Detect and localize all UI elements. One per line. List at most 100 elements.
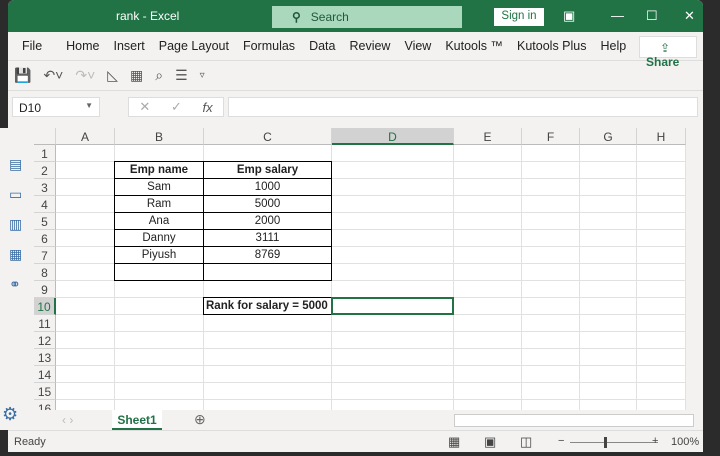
- search-box[interactable]: ⚲ Search: [272, 6, 462, 28]
- kutools-icon[interactable]: ▦: [130, 67, 143, 84]
- find-replace-icon[interactable]: ⚭: [9, 276, 21, 293]
- cell-emp-salary[interactable]: 2000: [203, 212, 332, 230]
- print-preview-icon[interactable]: ⌕: [155, 67, 163, 84]
- row-header-15[interactable]: 15: [34, 383, 56, 400]
- cell-emp-name[interactable]: Piyush: [114, 246, 204, 264]
- cell-emp-salary[interactable]: [203, 263, 332, 281]
- gridline: [453, 145, 454, 410]
- tab-page-layout[interactable]: Page Layout: [159, 39, 229, 53]
- row-header-13[interactable]: 13: [34, 349, 56, 366]
- tab-help[interactable]: Help: [601, 39, 627, 53]
- cell-emp-salary[interactable]: 3111: [203, 229, 332, 247]
- column-header-h[interactable]: H: [637, 128, 686, 145]
- column-header-c[interactable]: C: [204, 128, 332, 145]
- cell-emp-name[interactable]: Ana: [114, 212, 204, 230]
- enter-icon[interactable]: ✓: [171, 99, 182, 115]
- row-header-7[interactable]: 7: [34, 247, 56, 264]
- page-setup-icon[interactable]: ☰: [175, 67, 188, 84]
- column-header-f[interactable]: F: [522, 128, 580, 145]
- kutools-navigation-pane: ▤ ▭ ▥ ▦ ⚭ ⚙: [0, 128, 34, 430]
- row-header-1[interactable]: 1: [34, 145, 56, 162]
- share-button[interactable]: ⇪ Share: [639, 36, 697, 69]
- undo-icon[interactable]: ↶˅: [43, 67, 63, 84]
- add-sheet-icon[interactable]: ⊕: [194, 411, 206, 428]
- header-emp-salary[interactable]: Emp salary: [203, 161, 332, 179]
- row-header-6[interactable]: 6: [34, 230, 56, 247]
- row-header-2[interactable]: 2: [34, 162, 56, 179]
- rank-label-cell[interactable]: Rank for salary = 5000: [203, 297, 332, 315]
- row-header-4[interactable]: 4: [34, 196, 56, 213]
- tab-insert[interactable]: Insert: [114, 39, 145, 53]
- spreadsheet-grid[interactable]: A B C D E F G H 1 2 3 4 5 6 7 8 9 10 11 12 13 14 15 16 Emp name E…: [34, 128, 686, 410]
- row-header-16[interactable]: 16: [34, 400, 56, 410]
- ruler-icon[interactable]: ◺: [107, 67, 118, 84]
- page-break-view-icon[interactable]: ◫: [520, 434, 532, 450]
- cell-emp-name[interactable]: Sam: [114, 178, 204, 196]
- gridline: [636, 145, 637, 410]
- customize-qat-icon[interactable]: ▿: [200, 70, 205, 81]
- page-layout-view-icon[interactable]: ▣: [484, 434, 496, 450]
- column-header-g[interactable]: G: [580, 128, 637, 145]
- row-header-3[interactable]: 3: [34, 179, 56, 196]
- row-header-8[interactable]: 8: [34, 264, 56, 281]
- search-label: Search: [310, 10, 349, 24]
- formula-input[interactable]: [228, 97, 698, 117]
- cell-emp-salary[interactable]: 5000: [203, 195, 332, 213]
- settings-icon[interactable]: ⚙: [2, 404, 18, 425]
- tab-data[interactable]: Data: [309, 39, 335, 53]
- tab-view[interactable]: View: [404, 39, 431, 53]
- tab-kutools-plus[interactable]: Kutools Plus: [517, 39, 586, 53]
- tab-file[interactable]: File: [22, 39, 42, 53]
- row-header-10[interactable]: 10: [34, 298, 56, 315]
- name-box[interactable]: D10 ▼: [12, 97, 100, 117]
- name-manager-icon[interactable]: ▭: [9, 186, 22, 203]
- cell-emp-salary[interactable]: 1000: [203, 178, 332, 196]
- column-header-e[interactable]: E: [454, 128, 522, 145]
- normal-view-icon[interactable]: ▦: [448, 434, 460, 450]
- close-button[interactable]: ✕: [684, 8, 695, 24]
- row-header-11[interactable]: 11: [34, 315, 56, 332]
- tab-formulas[interactable]: Formulas: [243, 39, 295, 53]
- sign-in-button[interactable]: Sign in: [494, 8, 544, 26]
- cell-emp-name[interactable]: Danny: [114, 229, 204, 247]
- minimize-button[interactable]: —: [611, 8, 624, 23]
- tab-home[interactable]: Home: [66, 39, 99, 53]
- maximize-button[interactable]: ☐: [646, 8, 658, 24]
- name-box-value: D10: [19, 101, 42, 115]
- sheet-nav-arrows[interactable]: ‹ ›: [62, 413, 73, 427]
- cell-emp-salary[interactable]: 8769: [203, 246, 332, 264]
- save-icon[interactable]: 💾: [14, 67, 31, 84]
- gridline: [56, 365, 686, 366]
- gridline: [56, 331, 686, 332]
- select-all-corner[interactable]: [34, 128, 56, 145]
- ribbon-tabs: File Home Insert Page Layout Formulas Da…: [8, 32, 703, 69]
- column-header-b[interactable]: B: [115, 128, 204, 145]
- row-header-12[interactable]: 12: [34, 332, 56, 349]
- cell-emp-name[interactable]: Ram: [114, 195, 204, 213]
- zoom-in-icon[interactable]: +: [652, 435, 658, 447]
- zoom-out-icon[interactable]: −: [558, 435, 564, 447]
- cell-emp-name[interactable]: [114, 263, 204, 281]
- ribbon-display-icon[interactable]: ▣: [563, 8, 575, 24]
- tab-kutools[interactable]: Kutools ™: [445, 39, 503, 53]
- column-header-d[interactable]: D: [332, 128, 454, 145]
- fx-icon[interactable]: fx: [203, 100, 213, 115]
- tab-sheet1[interactable]: Sheet1: [112, 410, 162, 430]
- selected-cell-d10[interactable]: [331, 297, 454, 315]
- column-list-icon[interactable]: ▦: [9, 246, 22, 263]
- vertical-scrollbar[interactable]: [686, 128, 695, 410]
- column-header-a[interactable]: A: [56, 128, 115, 145]
- header-emp-name[interactable]: Emp name: [114, 161, 204, 179]
- cancel-icon[interactable]: ✕: [139, 99, 150, 115]
- row-header-5[interactable]: 5: [34, 213, 56, 230]
- workbook-icon[interactable]: ▤: [9, 156, 22, 173]
- horizontal-scrollbar[interactable]: [454, 414, 694, 427]
- tab-review[interactable]: Review: [349, 39, 390, 53]
- row-header-9[interactable]: 9: [34, 281, 56, 298]
- autotext-icon[interactable]: ▥: [9, 216, 22, 233]
- zoom-slider[interactable]: [570, 442, 658, 443]
- gridline: [56, 399, 686, 400]
- zoom-slider-thumb[interactable]: [604, 437, 607, 448]
- row-header-14[interactable]: 14: [34, 366, 56, 383]
- redo-icon[interactable]: ↷˅: [75, 67, 95, 84]
